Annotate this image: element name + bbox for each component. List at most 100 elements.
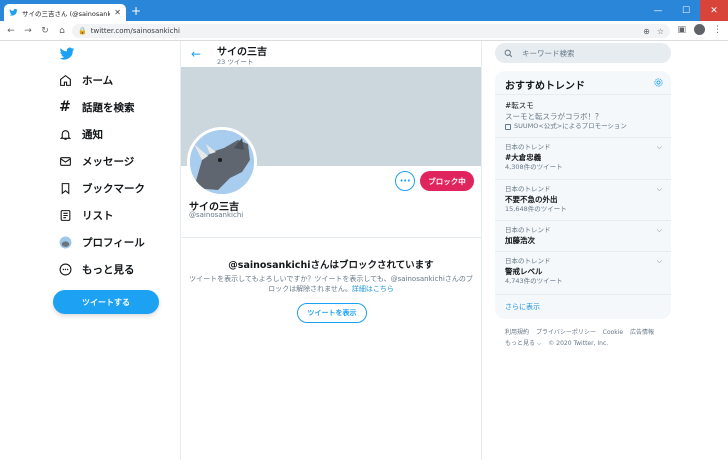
nav-profile[interactable]: プロフィール (58, 232, 145, 252)
learn-more-link[interactable]: 詳細はこちら (352, 285, 394, 293)
back-arrow-icon[interactable]: ← (191, 47, 201, 61)
trend-item[interactable]: 日本のトレンド #大倉忠義 4,308件のツイート ⌵ (495, 137, 671, 179)
bell-icon (58, 127, 72, 141)
nav-more[interactable]: もっと見る (58, 259, 135, 279)
promo-line: SUUMO<公式>によるプロモーション (505, 122, 661, 131)
hashtag-icon: # (59, 99, 71, 115)
twitter-logo-icon[interactable] (58, 46, 76, 62)
lock-icon[interactable]: 🔒 (78, 27, 87, 35)
gear-icon[interactable] (653, 77, 664, 88)
home-button-icon[interactable]: ⌂ (57, 26, 67, 36)
cookie-link[interactable]: Cookie (603, 329, 623, 336)
window-controls: — ☐ ✕ (644, 0, 728, 21)
minimize-button[interactable]: — (644, 0, 672, 21)
trend-item[interactable]: 日本のトレンド 警戒レベル 4,743件のツイート ⌵ (495, 251, 671, 294)
nav-lists[interactable]: リスト (58, 205, 114, 225)
nav-messages[interactable]: メッセージ (58, 151, 134, 171)
search-placeholder[interactable]: キーワード検索 (522, 48, 575, 59)
tab-title: サイの三吉さん (@sainosankichi) / (22, 9, 111, 18)
browser-tab[interactable]: サイの三吉さん (@sainosankichi) / ✕ (4, 4, 126, 21)
profile-column: ← サイの三吉 23 ツイート ••• ブロック中 サイの三吉 @sainosa… (180, 41, 482, 460)
profile-avatar-icon[interactable] (694, 24, 705, 35)
more-icon (58, 262, 72, 276)
trend-item[interactable]: 日本のトレンド 不要不急の外出 15,648件のツイート ⌵ (495, 179, 671, 220)
nav-label: 話題を検索 (82, 101, 135, 114)
nav-label: 通知 (82, 128, 103, 141)
blocked-button[interactable]: ブロック中 (420, 171, 474, 191)
trends-panel: おすすめトレンド #転スモ スーモと転スラがコラボ！？ SUUMO<公式>による… (495, 71, 671, 319)
footer-links: 利用規約 プライバシーポリシー Cookie 広告情報 もっと見る ⌵ © 20… (505, 327, 669, 349)
rhino-avatar-icon (190, 130, 254, 194)
extension-icon[interactable]: ▣ (677, 25, 686, 35)
chevron-down-icon[interactable]: ⌵ (657, 143, 662, 152)
copyright: © 2020 Twitter, Inc. (548, 340, 609, 347)
divider (181, 237, 481, 238)
nav-label: ブックマーク (82, 182, 145, 195)
show-more-link[interactable]: さらに表示 (505, 302, 540, 312)
trend-meta: 日本のトレンド (505, 257, 551, 265)
trend-name: 不要不急の外出 (505, 195, 558, 204)
footer-more-link[interactable]: もっと見る ⌵ (505, 340, 541, 347)
chevron-down-icon[interactable]: ⌵ (657, 257, 662, 266)
home-icon (58, 73, 72, 87)
forward-arrow-icon[interactable]: → (23, 26, 33, 36)
ads-info-link[interactable]: 広告情報 (630, 329, 654, 336)
trend-meta: 日本のトレンド (505, 185, 551, 193)
nav-label: リスト (82, 209, 114, 222)
star-icon[interactable]: ☆ (657, 27, 664, 36)
browser-titlebar: サイの三吉さん (@sainosankichi) / ✕ + — ☐ ✕ (0, 0, 728, 21)
blocked-description: ツイートを表示してもよろしいですか？ツイートを表示しても、@sainosanki… (189, 274, 473, 294)
promo-text: SUUMO<公式>によるプロモーション (514, 122, 627, 130)
mail-icon (58, 154, 72, 168)
url-text[interactable]: twitter.com/sainosankichi (91, 27, 636, 35)
kebab-menu-icon[interactable]: ⋮ (713, 25, 722, 35)
trends-heading: おすすめトレンド (505, 81, 585, 92)
back-arrow-icon[interactable]: ← (6, 26, 16, 36)
twitter-favicon-icon (9, 8, 18, 16)
profile-header-bar: ← サイの三吉 23 ツイート (181, 41, 481, 67)
trend-count: 4,308件のツイート (505, 163, 563, 171)
terms-link[interactable]: 利用規約 (505, 329, 529, 336)
nav-home[interactable]: ホーム (58, 70, 113, 90)
blocked-title: @sainosankichiさんはブロックされています (228, 260, 434, 271)
new-tab-button[interactable]: + (131, 4, 141, 18)
tweet-count: 23 ツイート (217, 58, 254, 66)
tab-close-icon[interactable]: ✕ (114, 8, 121, 17)
trend-meta: 日本のトレンド (505, 226, 551, 234)
blocked-desc-text: ツイートを表示してもよろしいですか？ツイートを表示しても、@sainosanki… (189, 275, 473, 293)
bookmark-icon (58, 181, 72, 195)
show-tweets-button[interactable]: ツイートを表示 (297, 303, 367, 323)
install-icon[interactable]: ⊕ (643, 27, 650, 36)
promoted-icon (505, 123, 511, 130)
nav-buttons: ← → ↻ ⌂ (0, 26, 67, 36)
trend-name: #大倉忠義 (505, 153, 542, 162)
nav-label: もっと見る (82, 263, 135, 276)
chevron-down-icon[interactable]: ⌵ (657, 226, 662, 235)
nav-explore[interactable]: # 話題を検索 (58, 97, 135, 117)
nav-notifications[interactable]: 通知 (58, 124, 103, 144)
trend-item[interactable]: 日本のトレンド 加藤浩次 ⌵ (495, 220, 671, 251)
trend-name: 加藤浩次 (505, 236, 535, 245)
twitter-page: ホーム # 話題を検索 通知 メッセージ ブックマーク リスト プロフィール も (0, 41, 728, 460)
trend-meta: 日本のトレンド (505, 143, 551, 151)
trend-name: #転スモ (505, 101, 534, 110)
nav-label: ホーム (82, 74, 114, 87)
trend-count: 15,648件のツイート (505, 205, 567, 213)
nav-label: メッセージ (82, 155, 135, 168)
profile-avatar[interactable] (187, 127, 257, 197)
list-icon (58, 208, 72, 222)
close-window-button[interactable]: ✕ (700, 0, 728, 21)
tweet-button[interactable]: ツイートする (53, 290, 159, 314)
maximize-button[interactable]: ☐ (672, 0, 700, 21)
trend-item[interactable]: #転スモ スーモと転スラがコラボ！？ SUUMO<公式>によるプロモーション (495, 94, 671, 137)
reload-icon[interactable]: ↻ (40, 26, 50, 36)
search-box[interactable]: キーワード検索 (495, 43, 671, 63)
chevron-down-icon[interactable]: ⌵ (657, 185, 662, 194)
trend-sub: スーモと転スラがコラボ！？ (505, 112, 603, 121)
search-icon (504, 49, 513, 57)
address-bar[interactable]: 🔒 twitter.com/sainosankichi ⊕ ☆ (72, 24, 670, 38)
more-options-button[interactable]: ••• (395, 171, 415, 191)
privacy-link[interactable]: プライバシーポリシー (536, 329, 596, 336)
nav-bookmarks[interactable]: ブックマーク (58, 178, 145, 198)
browser-toolbar: ← → ↻ ⌂ 🔒 twitter.com/sainosankichi ⊕ ☆ … (0, 21, 728, 41)
